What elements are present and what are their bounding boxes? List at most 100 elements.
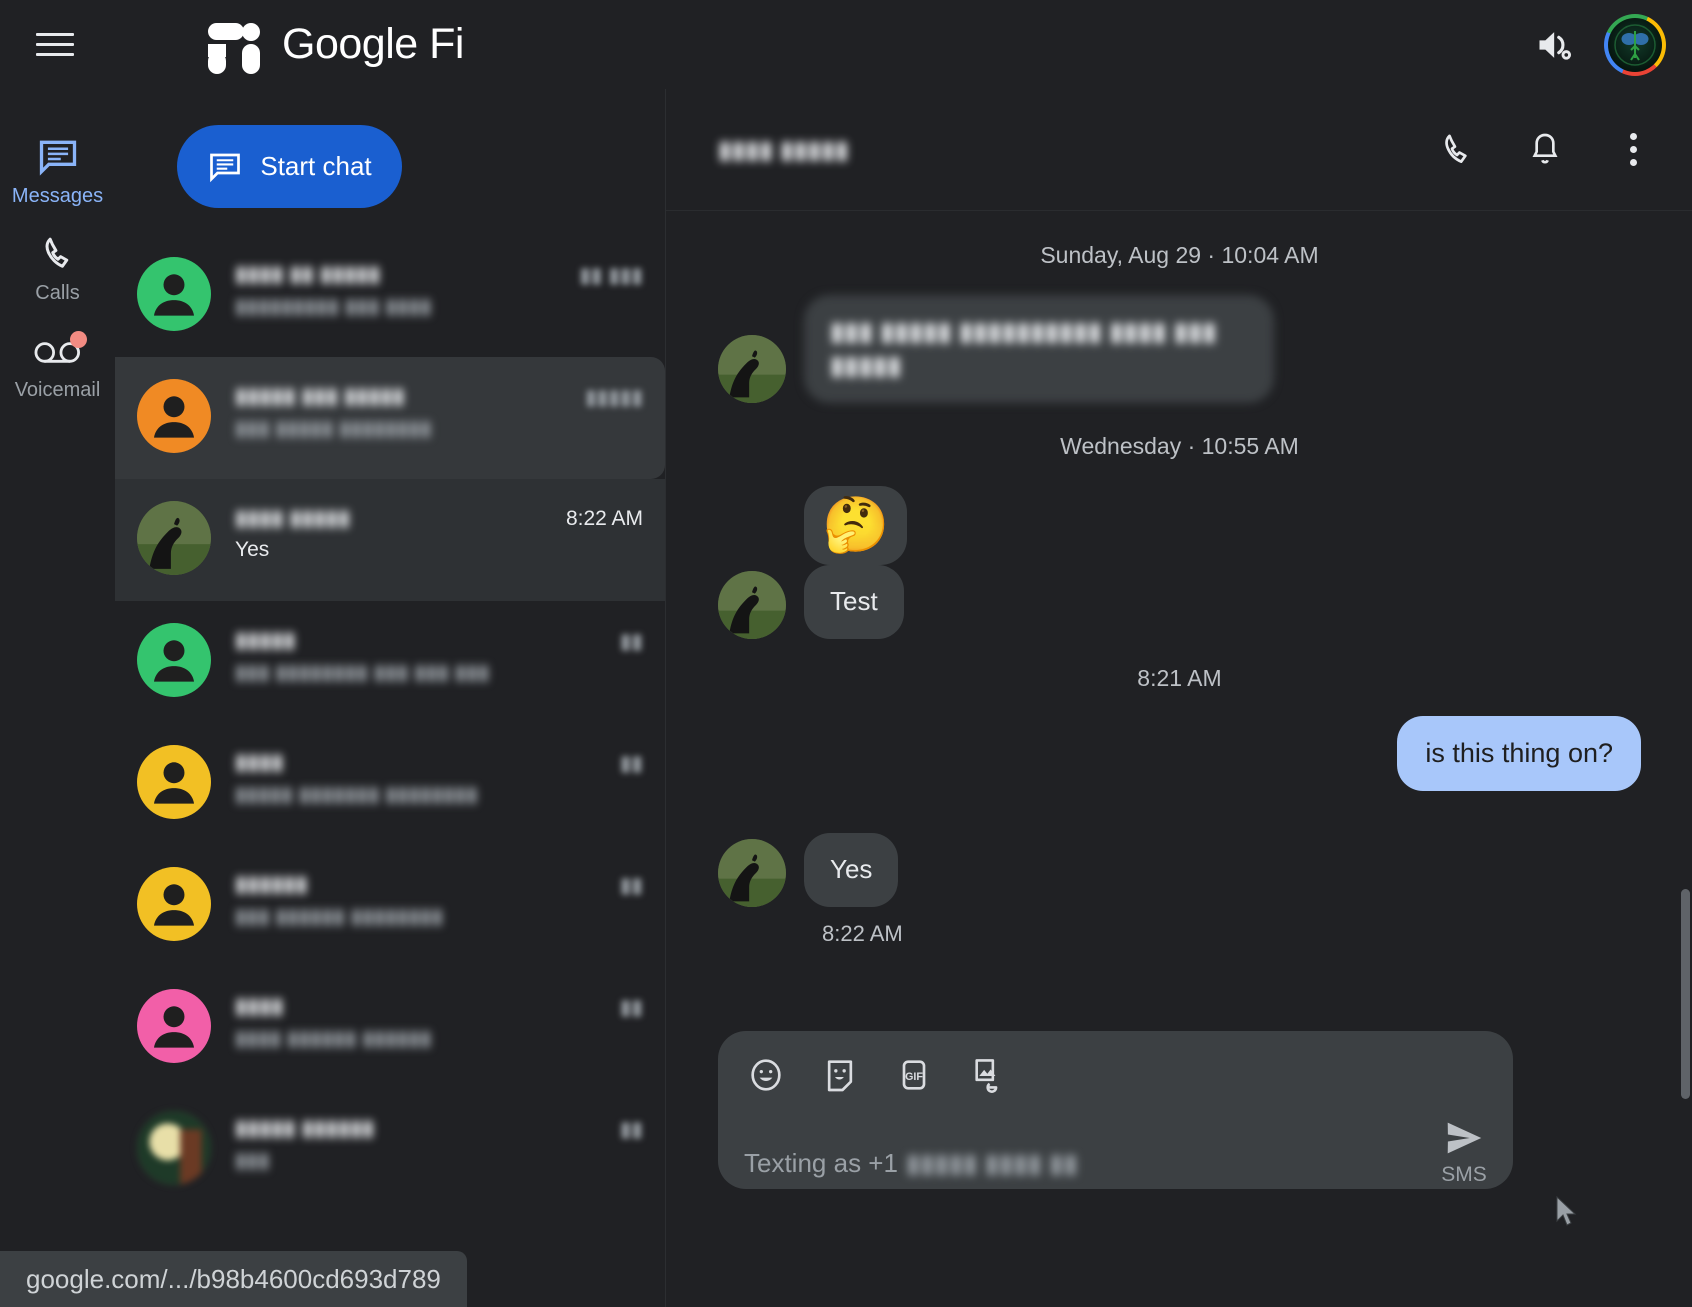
avatar: [137, 745, 211, 819]
message-timestamp: 8:21 AM: [1137, 664, 1222, 691]
list-item-snippet: ▮▮▮▮▮▮▮▮▮ ▮▮▮ ▮▮▮▮: [235, 295, 432, 318]
image-attach-icon[interactable]: [966, 1053, 1010, 1097]
voicemail-icon: [0, 329, 115, 373]
horse-photo: [137, 501, 211, 575]
compose-toolbar: GIF: [744, 1053, 1487, 1097]
chat-contact-name: ▮▮▮▮ ▮▮▮▮▮: [718, 135, 849, 164]
compose-placeholder-number: ▮▮▮▮▮ ▮▮▮▮ ▮▮: [905, 1148, 1078, 1178]
list-item[interactable]: ▮▮▮▮▮ ▮▮▮ ▮▮▮▮▮▮▮▮ ▮▮▮ ▮▮▮ ▮▮▮ ▮▮: [115, 601, 665, 723]
person-photo: [137, 1111, 211, 1185]
list-item-time: ▮▮: [619, 874, 643, 897]
person-icon: [153, 640, 195, 682]
list-item[interactable]: ▮▮▮▮▮ ▮▮▮▮▮▮ ▮▮▮ ▮▮: [115, 1089, 665, 1211]
avatar: [718, 570, 786, 639]
list-item-time: 8:22 AM: [565, 507, 643, 530]
list-item[interactable]: ▮▮▮▮ ▮▮▮▮ ▮▮▮▮▮▮ ▮▮▮▮▮▮ ▮▮: [115, 967, 665, 1089]
sidebar-item-calls[interactable]: Calls: [0, 218, 115, 315]
person-icon: [153, 274, 195, 316]
sidebar-item-messages[interactable]: Messages: [0, 121, 115, 218]
voicemail-badge: [70, 331, 87, 348]
message-row-incoming: Test: [718, 564, 1641, 639]
brand-title: Google Fi: [282, 20, 464, 68]
sidebar-item-voicemail[interactable]: Voicemail: [0, 315, 115, 412]
message-input[interactable]: Texting as +1 ▮▮▮▮▮ ▮▮▮▮ ▮▮: [744, 1148, 1441, 1187]
sticker-icon[interactable]: [818, 1053, 862, 1097]
start-chat-button[interactable]: Start chat: [177, 125, 402, 208]
start-chat-label: Start chat: [260, 151, 372, 181]
horse-photo: [718, 570, 786, 639]
sidebar-item-label: Voicemail: [14, 379, 101, 401]
person-icon: [153, 884, 195, 926]
avatar: [137, 257, 211, 331]
avatar: [137, 1111, 211, 1185]
sound-settings-icon[interactable]: [1530, 19, 1582, 71]
avatar: [137, 501, 211, 575]
hamburger-menu-icon[interactable]: [36, 26, 74, 64]
message-bubble-emoji[interactable]: 🤔: [804, 485, 908, 565]
kebab-menu-icon[interactable]: [1610, 127, 1656, 173]
compose-input-row: Texting as +1 ▮▮▮▮▮ ▮▮▮▮ ▮▮ SMS: [744, 1115, 1487, 1187]
person-icon: [153, 762, 195, 804]
phone-icon[interactable]: [1434, 127, 1480, 173]
send-label: SMS: [1441, 1163, 1487, 1186]
brand-logo: Google Fi: [206, 16, 464, 74]
list-item-snippet: ▮▮▮▮▮ ▮▮▮▮▮▮▮ ▮▮▮▮▮▮▮▮: [235, 783, 478, 806]
chat-scrollbar[interactable]: [1681, 889, 1690, 1099]
list-item-time: ▮▮ ▮▮▮: [579, 264, 643, 287]
list-item-snippet: ▮▮▮ ▮▮▮▮▮▮▮▮ ▮▮▮ ▮▮▮ ▮▮▮: [235, 661, 490, 684]
phone-icon: [0, 232, 115, 276]
list-item-name: ▮▮▮▮▮ ▮▮▮▮▮▮: [235, 1115, 375, 1140]
avatar: [718, 838, 786, 907]
compose-area: GIF Texting as +1 ▮▮▮▮▮ ▮▮▮▮ ▮▮ SMS: [718, 1031, 1513, 1189]
sidebar-item-label: Calls: [35, 282, 80, 304]
list-item[interactable]: ▮▮▮▮ ▮▮▮▮▮ Yes 8:22 AM: [115, 479, 665, 601]
list-item-name: ▮▮▮▮ ▮▮ ▮▮▮▮▮: [235, 261, 381, 286]
list-item-snippet: ▮▮▮: [235, 1149, 270, 1172]
list-item-snippet: ▮▮▮ ▮▮▮▮▮ ▮▮▮▮▮▮▮▮: [235, 417, 432, 440]
message-row-incoming: 🤔: [718, 485, 1641, 565]
status-bar-url: google.com/.../b98b4600cd693d789: [0, 1251, 467, 1307]
message-timestamp: 8:22 AM: [822, 920, 903, 946]
list-item[interactable]: ▮▮▮▮▮▮ ▮▮▮ ▮▮▮▮▮▮ ▮▮▮▮▮▮▮▮ ▮▮: [115, 845, 665, 967]
google-fi-logo-icon: [206, 16, 264, 74]
person-icon: [153, 1006, 195, 1048]
list-item[interactable]: ▮▮▮▮ ▮▮ ▮▮▮▮▮ ▮▮▮▮▮▮▮▮▮ ▮▮▮ ▮▮▮▮ ▮▮ ▮▮▮: [115, 235, 665, 357]
day-separator: Sunday, Aug 29 · 10:04 AM: [1040, 242, 1319, 268]
horse-photo: [718, 334, 786, 403]
avatar: [137, 379, 211, 453]
top-app-bar: Google Fi: [0, 0, 1692, 89]
list-item-name: ▮▮▮▮: [235, 749, 284, 774]
send-button[interactable]: SMS: [1441, 1115, 1487, 1187]
message-bubble[interactable]: Test: [804, 564, 904, 639]
mouse-cursor: [1556, 1195, 1577, 1226]
list-item-time: ▮▮: [619, 1118, 643, 1141]
avatar-image: [1608, 17, 1662, 72]
top-bar-actions: [1530, 13, 1666, 76]
horse-photo: [718, 838, 786, 907]
chat-pane: ▮▮▮▮ ▮▮▮▮▮ Sunday, Aug 29 · 10:04 AM ▮▮▮…: [665, 89, 1692, 1307]
list-item-snippet: Yes: [235, 538, 270, 561]
message-bubble[interactable]: is this thing on?: [1397, 715, 1641, 791]
gif-icon[interactable]: GIF: [892, 1053, 936, 1097]
conversation-scroll[interactable]: ▮▮▮▮ ▮▮ ▮▮▮▮▮ ▮▮▮▮▮▮▮▮▮ ▮▮▮ ▮▮▮▮ ▮▮ ▮▮▮ …: [115, 235, 665, 1307]
message-icon: [210, 153, 241, 182]
message-icon: [0, 135, 115, 179]
message-thread: Sunday, Aug 29 · 10:04 AM ▮▮▮ ▮▮▮▮▮ ▮▮▮▮…: [666, 212, 1692, 1102]
avatar: [137, 623, 211, 697]
list-item-time: ▮▮: [619, 752, 643, 775]
list-item[interactable]: ▮▮▮▮ ▮▮▮▮▮ ▮▮▮▮▮▮▮ ▮▮▮▮▮▮▮▮ ▮▮: [115, 723, 665, 845]
list-item[interactable]: ▮▮▮▮▮ ▮▮▮ ▮▮▮▮▮ ▮▮▮ ▮▮▮▮▮ ▮▮▮▮▮▮▮▮ ▮▮▮▮▮: [115, 357, 665, 479]
chat-header: ▮▮▮▮ ▮▮▮▮▮: [666, 89, 1692, 211]
sidebar-item-label: Messages: [11, 185, 104, 207]
message-row-incoming: ▮▮▮ ▮▮▮▮▮ ▮▮▮▮▮▮▮▮▮▮ ▮▮▮▮ ▮▮▮ ▮▮▮▮▮: [718, 295, 1641, 403]
avatar[interactable]: [1604, 13, 1666, 76]
message-bubble[interactable]: ▮▮▮ ▮▮▮▮▮ ▮▮▮▮▮▮▮▮▮▮ ▮▮▮▮ ▮▮▮ ▮▮▮▮▮: [804, 295, 1274, 403]
message-row-incoming: Yes: [718, 832, 1641, 907]
emoji-icon[interactable]: [744, 1053, 788, 1097]
message-bubble[interactable]: Yes: [804, 832, 899, 907]
list-item-time: ▮▮: [619, 630, 643, 653]
chat-header-actions: [1434, 127, 1656, 173]
day-separator: Wednesday · 10:55 AM: [1060, 432, 1299, 459]
bell-icon[interactable]: [1522, 127, 1568, 173]
conversation-list-pane: Start chat ▮▮▮▮ ▮▮ ▮▮▮▮▮ ▮▮▮▮▮▮▮▮▮ ▮▮▮ ▮…: [115, 89, 665, 1307]
